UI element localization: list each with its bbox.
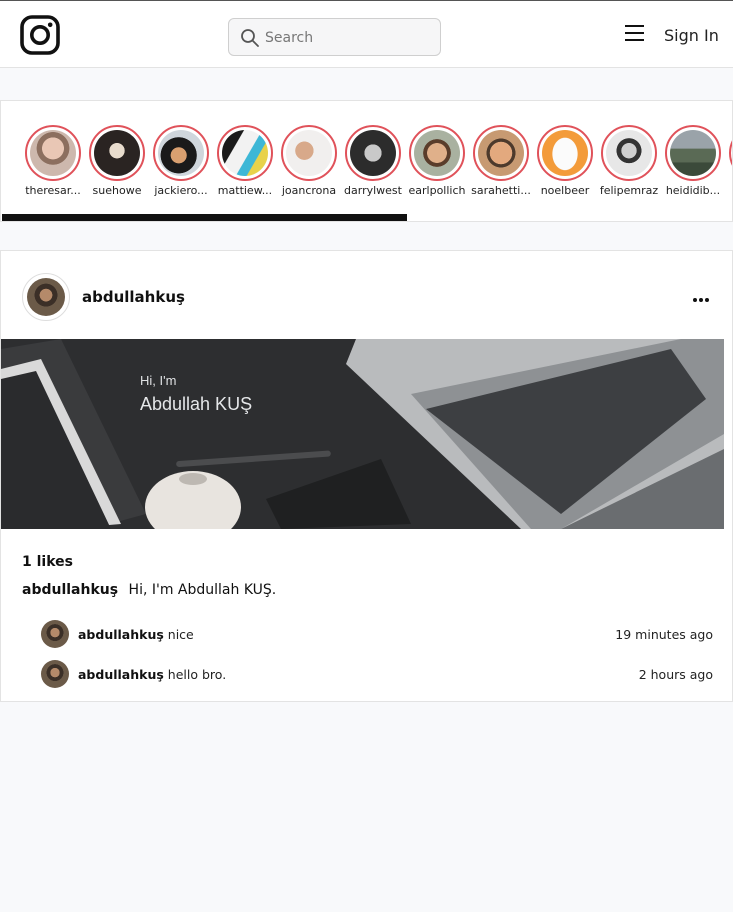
image-name-text: Abdullah KUŞ (140, 394, 253, 414)
avatar[interactable] (41, 620, 69, 648)
post-caption: abdullahkuş Hi, I'm Abdullah KUŞ. (22, 582, 276, 598)
caption-text: Hi, I'm Abdullah KUŞ. (128, 582, 277, 598)
story-username: darrylwest (344, 184, 402, 197)
story-item[interactable]: theresar... (23, 125, 83, 203)
instagram-logo-icon[interactable] (20, 15, 60, 55)
post-card: abdullahkuş Hi, I'm Abdullah KUŞ 1 likes… (0, 250, 733, 702)
post-username[interactable]: abdullahkuş (82, 288, 185, 306)
story-username: mattiew... (217, 184, 273, 197)
comment-text: abdullahkuş hello bro. (78, 667, 226, 682)
more-horizontal-icon[interactable] (693, 287, 713, 302)
story-item[interactable]: joancrona (279, 125, 339, 203)
story-item[interactable]: heididib... (663, 125, 723, 203)
story-avatar (414, 130, 460, 176)
story-avatar (94, 130, 140, 176)
story-item[interactable]: mattiew... (215, 125, 275, 203)
story-item[interactable]: jackiero... (151, 125, 211, 203)
story-avatar (222, 130, 268, 176)
story-avatar (286, 130, 332, 176)
search-input[interactable] (265, 27, 435, 49)
comment-username[interactable]: abdullahkuş (78, 667, 164, 682)
story-avatar (30, 130, 76, 176)
stories-bar[interactable]: theresar... suehowe jackiero... mattiew.… (0, 100, 733, 222)
hamburger-menu-icon[interactable] (625, 25, 647, 45)
story-username: jackiero... (154, 184, 208, 197)
story-item[interactable]: sarahetti... (471, 125, 531, 203)
story-avatar (158, 130, 204, 176)
story-avatar (670, 130, 716, 176)
story-username: joancrona (281, 184, 337, 197)
sign-in-link[interactable]: Sign In (664, 26, 719, 45)
story-username: theresar... (25, 184, 81, 197)
search-icon (241, 29, 259, 47)
story-username: felipemraz (599, 184, 659, 197)
caption-username[interactable]: abdullahkuş (22, 582, 118, 598)
comment-body: nice (167, 627, 194, 642)
comment-text: abdullahkuş nice (78, 627, 194, 642)
likes-count[interactable]: 1 likes (22, 554, 73, 570)
comment-item: abdullahkuş nice 19 minutes ago (41, 620, 713, 650)
comment-timestamp: 2 hours ago (638, 667, 713, 682)
story-item[interactable]: suehowe (87, 125, 147, 203)
story-item[interactable]: felipemraz (599, 125, 659, 203)
story-username: sarahetti... (471, 184, 531, 197)
story-item[interactable]: earlpollich (407, 125, 467, 203)
story-username: heididib... (665, 184, 721, 197)
comment-body: hello bro. (167, 667, 227, 682)
story-username: noelbeer (540, 184, 590, 197)
story-username: earlpollich (408, 184, 466, 197)
story-username: suehowe (92, 184, 142, 197)
stories-scrollbar[interactable] (2, 214, 407, 221)
avatar[interactable] (22, 273, 70, 321)
story-item[interactable] (727, 125, 732, 203)
story-avatar (478, 130, 524, 176)
story-avatar (606, 130, 652, 176)
post-image[interactable]: Hi, I'm Abdullah KUŞ (1, 339, 724, 529)
top-navbar: Sign In (0, 0, 733, 68)
story-avatar (542, 130, 588, 176)
story-avatar (350, 130, 396, 176)
avatar[interactable] (41, 660, 69, 688)
story-item[interactable]: darrylwest (343, 125, 403, 203)
comment-timestamp: 19 minutes ago (615, 627, 713, 642)
image-greeting-text: Hi, I'm (140, 373, 177, 388)
story-item[interactable]: noelbeer (535, 125, 595, 203)
comment-username[interactable]: abdullahkuş (78, 627, 164, 642)
search-box (228, 18, 441, 56)
comment-item: abdullahkuş hello bro. 2 hours ago (41, 660, 713, 690)
